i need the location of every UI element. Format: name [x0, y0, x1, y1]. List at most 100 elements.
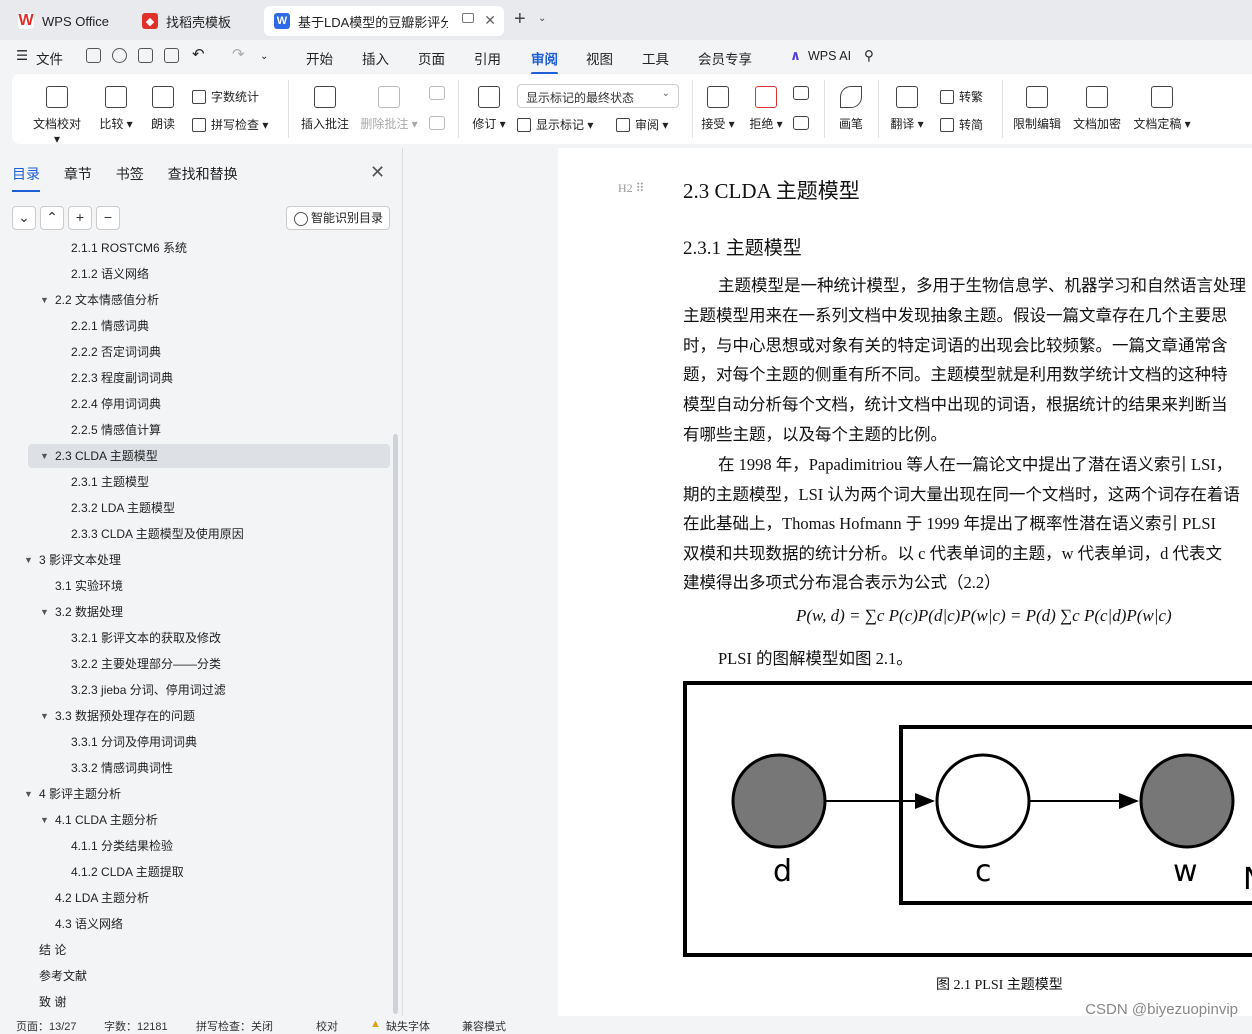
- toc-item[interactable]: 2.3 CLDA 主题模型: [55, 443, 158, 469]
- print-icon[interactable]: [138, 48, 153, 63]
- toc-item[interactable]: 4.1 CLDA 主题分析: [55, 807, 158, 833]
- toc-item[interactable]: 4.2 LDA 主题分析: [55, 885, 149, 911]
- tab-document[interactable]: W 基于LDA模型的豆瓣影评分析 ✕: [264, 6, 504, 36]
- to-traditional-button[interactable]: 转繁: [940, 88, 983, 105]
- tab-wps-office[interactable]: W WPS Office: [8, 6, 124, 36]
- compare-button[interactable]: 比较 ▾: [98, 86, 134, 132]
- collapse-down-button[interactable]: ⌄: [12, 206, 36, 230]
- next-revision-button[interactable]: [790, 116, 812, 137]
- toc-item[interactable]: 3.2.2 主要处理部分——分类: [71, 651, 221, 677]
- accept-button[interactable]: 接受 ▾: [700, 86, 736, 132]
- tab-bookmark[interactable]: 书签: [116, 166, 144, 182]
- redo-icon[interactable]: ↷: [232, 45, 245, 63]
- menu-file[interactable]: 文件: [36, 48, 63, 68]
- heading-level-marker[interactable]: H2 ⠿: [618, 181, 644, 196]
- expand-toggle-icon[interactable]: ▼: [40, 451, 49, 461]
- toc-scrollbar[interactable]: [393, 434, 398, 1014]
- toc-item[interactable]: 4.3 语义网络: [55, 911, 123, 937]
- document-page[interactable]: H2 ⠿ 2.3 CLDA 主题模型 2.3.1 主题模型 主题模型是一种统计模…: [558, 148, 1252, 1016]
- read-aloud-button[interactable]: 朗读: [148, 86, 178, 132]
- toc-item[interactable]: 2.2.4 停用词词典: [71, 391, 161, 417]
- insert-comment-button[interactable]: 插入批注: [300, 86, 350, 132]
- toc-item[interactable]: 3.2.3 jieba 分词、停用词过滤: [71, 677, 226, 703]
- to-simplified-button[interactable]: 转简: [940, 116, 983, 133]
- toc-item[interactable]: 参考文献: [39, 963, 87, 989]
- monitor-icon[interactable]: [462, 13, 474, 23]
- finalize-button[interactable]: 文档定稿 ▾: [1132, 86, 1192, 132]
- encrypt-button[interactable]: 文档加密: [1072, 86, 1122, 132]
- menu-wps-ai[interactable]: WPS AI: [808, 49, 851, 63]
- tab-find-replace[interactable]: 查找和替换: [168, 166, 238, 182]
- tab-template[interactable]: ◆ 找稻壳模板: [132, 6, 256, 36]
- toc-item[interactable]: 4.1.1 分类结果检验: [71, 833, 173, 859]
- toc-item[interactable]: 2.2 文本情感值分析: [55, 287, 159, 313]
- toc-item[interactable]: 3.1 实验环境: [55, 573, 123, 599]
- expand-toggle-icon[interactable]: ▼: [40, 607, 49, 617]
- markup-state-select[interactable]: 显示标记的最终状态 ⌄: [517, 84, 679, 108]
- proof-button[interactable]: 文档校对 ▾: [30, 86, 84, 146]
- close-icon[interactable]: ✕: [370, 162, 385, 183]
- toc-item[interactable]: 3.3.2 情感词典词性: [71, 755, 173, 781]
- toc-item[interactable]: 3.2.1 影评文本的获取及修改: [71, 625, 221, 651]
- spell-check-status[interactable]: 拼写检查：关闭: [196, 1018, 273, 1034]
- reject-button[interactable]: 拒绝 ▾: [748, 86, 784, 132]
- proof-status[interactable]: 校对: [316, 1018, 338, 1034]
- close-tab-icon[interactable]: ✕: [484, 12, 496, 29]
- expand-toggle-icon[interactable]: ▼: [40, 295, 49, 305]
- word-count-button[interactable]: 字数统计: [192, 88, 259, 105]
- restrict-edit-button[interactable]: 限制编辑: [1012, 86, 1062, 132]
- toc-item[interactable]: 致 谢: [39, 989, 66, 1015]
- revise-button[interactable]: 修订 ▾: [470, 86, 508, 132]
- expand-toggle-icon[interactable]: ▼: [40, 815, 49, 825]
- undo-icon[interactable]: ↶: [192, 45, 205, 63]
- menu-member[interactable]: 会员专享: [698, 48, 752, 68]
- save-icon[interactable]: [86, 48, 101, 63]
- page-indicator[interactable]: 页面：13/27: [16, 1018, 77, 1034]
- toc-item[interactable]: 4 影评主题分析: [39, 781, 121, 807]
- expand-toggle-icon[interactable]: ▼: [24, 789, 33, 799]
- menu-review[interactable]: 审阅: [531, 48, 558, 75]
- toc-item[interactable]: 3.3 数据预处理存在的问题: [55, 703, 195, 729]
- remove-item-button[interactable]: −: [96, 206, 120, 230]
- toc-item[interactable]: 2.3.1 主题模型: [71, 469, 149, 495]
- move-up-button[interactable]: ⌃: [40, 206, 64, 230]
- tab-toc[interactable]: 目录: [12, 166, 40, 182]
- share-icon[interactable]: [112, 48, 127, 63]
- spell-check-button[interactable]: 拼写检查 ▾: [192, 116, 268, 133]
- pen-button[interactable]: 画笔: [834, 86, 868, 132]
- expand-toggle-icon[interactable]: ▼: [24, 555, 33, 565]
- next-comment-button[interactable]: [426, 116, 448, 137]
- prev-comment-button[interactable]: [426, 86, 448, 107]
- menu-home[interactable]: 开始: [306, 48, 333, 68]
- toc-item[interactable]: 2.2.2 否定词词典: [71, 339, 161, 365]
- toc-item[interactable]: 2.1.2 语义网络: [71, 261, 149, 287]
- toc-item[interactable]: 2.3.2 LDA 主题模型: [71, 495, 175, 521]
- print-preview-icon[interactable]: [164, 48, 179, 63]
- new-tab-icon[interactable]: +: [514, 8, 526, 31]
- toc-item[interactable]: 结 论: [39, 937, 66, 963]
- toc-item[interactable]: 3.3.1 分词及停用词词典: [71, 729, 197, 755]
- tab-chapter[interactable]: 章节: [64, 166, 92, 182]
- hamburger-icon[interactable]: ☰: [16, 48, 28, 64]
- menu-reference[interactable]: 引用: [474, 48, 501, 68]
- chevron-down-icon[interactable]: ⌄: [260, 51, 268, 62]
- word-count[interactable]: 字数：12181: [104, 1018, 168, 1034]
- toc-item[interactable]: 2.2.3 程度副词词典: [71, 365, 173, 391]
- translate-button[interactable]: 翻译 ▾: [888, 86, 926, 132]
- menu-page[interactable]: 页面: [418, 48, 445, 68]
- delete-comment-button[interactable]: 删除批注 ▾: [360, 86, 418, 132]
- expand-toggle-icon[interactable]: ▼: [40, 711, 49, 721]
- prev-revision-button[interactable]: [790, 86, 812, 107]
- toc-item[interactable]: 2.2.5 情感值计算: [71, 417, 161, 443]
- menu-insert[interactable]: 插入: [362, 48, 389, 68]
- smart-toc-button[interactable]: 智能识别目录: [286, 206, 390, 230]
- show-markup-button[interactable]: 显示标记 ▾: [517, 116, 593, 133]
- menu-tools[interactable]: 工具: [642, 48, 669, 68]
- add-item-button[interactable]: +: [68, 206, 92, 230]
- toc-item[interactable]: 2.2.1 情感词典: [71, 313, 149, 339]
- toc-item[interactable]: 3.2 数据处理: [55, 599, 123, 625]
- toc-item[interactable]: 3 影评文本处理: [39, 547, 121, 573]
- toc-item[interactable]: 4.1.2 CLDA 主题提取: [71, 859, 184, 885]
- chevron-down-icon[interactable]: ⌄: [538, 13, 546, 24]
- search-icon[interactable]: ⚲: [864, 48, 874, 64]
